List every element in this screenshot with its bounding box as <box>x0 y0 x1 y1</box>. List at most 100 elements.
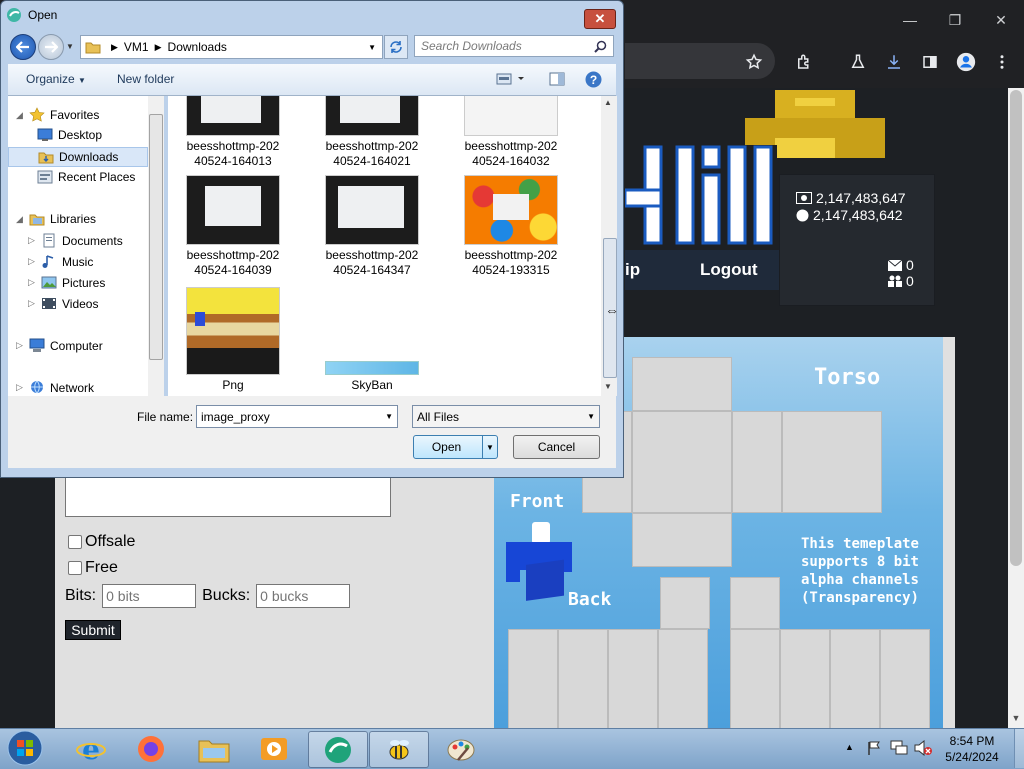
collapse-arrow-icon[interactable]: ◢ <box>16 214 24 225</box>
navigation-pane: ◢ Favorites Desktop Downloads Recent Pla… <box>8 96 164 396</box>
taskbar-active-app[interactable] <box>308 731 368 768</box>
browser-minimize-button[interactable]: — <box>896 8 924 32</box>
network-tray-icon[interactable] <box>890 740 908 756</box>
nav-documents[interactable]: ▷ Documents <box>28 233 123 248</box>
nav-videos[interactable]: ▷ Videos <box>28 296 98 311</box>
bookmark-star-icon[interactable] <box>741 49 767 75</box>
back-button[interactable] <box>10 34 36 60</box>
file-type-select[interactable]: All Files ▼ <box>412 405 600 428</box>
browser-restore-button[interactable]: ❐ <box>941 8 969 32</box>
address-breadcrumb[interactable]: ▶ VM1 ▶ Downloads ▼ <box>80 35 383 59</box>
file-item[interactable]: beesshottmp-202 40524-164032 <box>451 96 571 169</box>
friends-count: 0 <box>906 273 914 289</box>
forward-button[interactable] <box>38 34 64 60</box>
nav-network[interactable]: ▷ Network <box>16 380 94 395</box>
nav-desktop[interactable]: Desktop <box>37 128 102 142</box>
nav-recent-places[interactable]: Recent Places <box>37 170 135 184</box>
open-options-arrow-icon[interactable]: ▼ <box>482 436 497 458</box>
action-center-flag-icon[interactable] <box>866 740 882 756</box>
sidebar-icon[interactable] <box>917 49 943 75</box>
nav-computer[interactable]: ▷ Computer <box>16 338 103 353</box>
file-thumbnail <box>464 175 558 245</box>
file-name-line: SkyBan <box>351 378 393 392</box>
file-item[interactable]: beesshottmp-202 40524-164013 <box>173 96 293 169</box>
new-folder-button[interactable]: New folder <box>117 72 174 86</box>
friends-stat[interactable]: 0 <box>888 273 914 289</box>
navigation-scrollbar[interactable] <box>148 96 164 396</box>
taskbar-file-explorer[interactable] <box>185 731 243 766</box>
download-icon[interactable] <box>881 49 907 75</box>
taskbar-clock[interactable]: 8:54 PM 5/24/2024 <box>935 733 1009 765</box>
nav-music[interactable]: ▷ Music <box>28 254 93 269</box>
profile-icon[interactable] <box>953 49 979 75</box>
show-desktop-button[interactable] <box>1014 729 1024 768</box>
browser-close-button[interactable]: ✕ <box>987 8 1015 32</box>
help-icon[interactable]: ? <box>585 71 602 88</box>
breadcrumb-item-downloads[interactable]: Downloads <box>168 40 227 54</box>
nav-pictures[interactable]: ▷ Pictures <box>28 275 105 290</box>
collapse-arrow-icon[interactable]: ◢ <box>16 110 24 121</box>
taskbar-bee-app[interactable] <box>369 731 429 768</box>
file-thumbnail <box>325 96 419 136</box>
extensions-icon[interactable] <box>791 49 817 75</box>
expand-arrow-icon[interactable]: ▷ <box>28 256 36 267</box>
taskbar-internet-explorer[interactable]: e <box>62 731 120 766</box>
nav-link-fragment[interactable]: ip <box>625 260 640 280</box>
file-item[interactable]: beesshottmp-202 40524-164021 <box>312 96 432 169</box>
scroll-down-arrow[interactable]: ▼ <box>1008 708 1024 728</box>
organize-button[interactable]: Organize ▼ <box>26 72 86 86</box>
show-hidden-icons-chevron-icon[interactable]: ▲ <box>845 742 854 752</box>
nav-label: Recent Places <box>58 170 136 184</box>
free-option[interactable]: Free <box>68 559 118 577</box>
description-textarea[interactable] <box>65 476 391 517</box>
taskbar-firefox[interactable] <box>122 731 180 766</box>
logout-link[interactable]: Logout <box>700 260 758 280</box>
bits-input[interactable] <box>102 584 197 608</box>
taskbar-paint[interactable] <box>432 731 490 766</box>
expand-arrow-icon[interactable]: ▷ <box>16 382 24 393</box>
breadcrumb-item-vm1[interactable]: VM1 <box>124 40 149 54</box>
taskbar-media-player[interactable] <box>245 731 303 766</box>
search-input[interactable]: Search Downloads <box>414 35 614 57</box>
refresh-button[interactable] <box>384 35 408 59</box>
submit-button[interactable]: Submit <box>65 620 121 640</box>
open-button[interactable]: Open ▼ <box>413 435 498 459</box>
page-scrollbar-thumb[interactable] <box>1010 90 1022 566</box>
nav-downloads[interactable]: Downloads <box>8 147 148 167</box>
offsale-option[interactable]: Offsale <box>68 533 135 551</box>
expand-arrow-icon[interactable]: ▷ <box>28 277 36 288</box>
messages-stat[interactable]: 0 <box>888 257 914 273</box>
file-name-dropdown-icon[interactable]: ▼ <box>385 412 393 421</box>
template-box <box>660 577 710 629</box>
address-dropdown-icon[interactable]: ▼ <box>368 43 376 52</box>
preview-pane-icon[interactable] <box>549 71 565 87</box>
start-button[interactable] <box>6 729 44 767</box>
nav-libraries[interactable]: ◢ Libraries <box>16 212 96 226</box>
offsale-checkbox[interactable] <box>68 535 82 549</box>
expand-arrow-icon[interactable]: ▷ <box>28 235 36 246</box>
dialog-close-button[interactable]: ✕ <box>584 9 616 29</box>
file-item[interactable]: Png <box>173 287 293 393</box>
volume-muted-icon[interactable] <box>914 740 932 756</box>
menu-icon[interactable] <box>989 49 1015 75</box>
expand-arrow-icon[interactable]: ▷ <box>16 340 24 351</box>
bucks-label: Bucks: <box>202 587 251 604</box>
labs-flask-icon[interactable] <box>845 49 871 75</box>
file-item[interactable]: beesshottmp-202 40524-164039 <box>173 175 293 278</box>
file-name-input[interactable]: image_proxy ▼ <box>196 405 398 428</box>
free-checkbox[interactable] <box>68 561 82 575</box>
cancel-button[interactable]: Cancel <box>513 435 600 459</box>
bucks-input[interactable] <box>256 584 351 608</box>
nav-label: Favorites <box>50 108 100 122</box>
file-name-line: beesshottmp-202 <box>186 248 280 262</box>
view-options-icon[interactable] <box>496 72 526 86</box>
forward-arrow-icon <box>45 41 58 53</box>
file-item[interactable]: SkyBan <box>312 361 432 393</box>
file-type-dropdown-icon[interactable]: ▼ <box>587 412 595 421</box>
recent-locations-chevron-icon[interactable]: ▼ <box>66 42 74 51</box>
file-item[interactable]: beesshottmp-202 40524-193315 <box>451 175 571 278</box>
file-item[interactable]: beesshottmp-202 40524-164347 <box>312 175 432 278</box>
bits-value: 2,147,483,642 <box>813 207 903 223</box>
nav-favorites[interactable]: ◢ Favorites <box>16 107 99 123</box>
expand-arrow-icon[interactable]: ▷ <box>28 298 36 309</box>
